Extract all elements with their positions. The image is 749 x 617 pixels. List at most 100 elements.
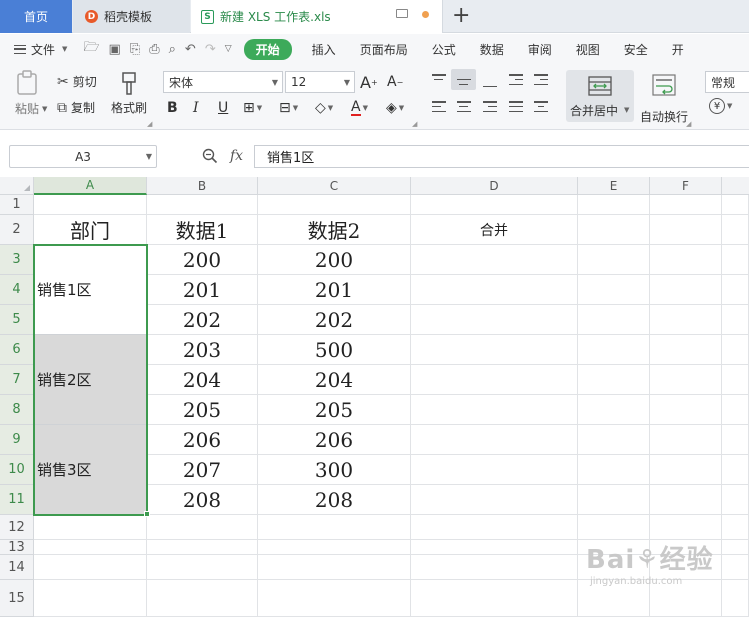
grid-cell[interactable] [578, 215, 650, 245]
row-header-7[interactable]: 7 [0, 365, 34, 395]
number-format-select[interactable]: 常规 [705, 71, 749, 93]
row-header-3[interactable]: 3 [0, 245, 34, 275]
tab-templates[interactable]: D 稻壳模板 [73, 0, 190, 33]
align-left-icon[interactable] [432, 101, 446, 112]
cell-c10[interactable]: 300 [258, 455, 411, 485]
grid-cell[interactable] [411, 515, 578, 540]
save-icon[interactable]: ▣ [109, 42, 121, 57]
grid-cell[interactable] [722, 215, 749, 245]
cell-c5[interactable]: 202 [258, 305, 411, 335]
menu-formulas[interactable]: 公式 [420, 41, 468, 58]
row-header-10[interactable]: 10 [0, 455, 34, 485]
currency-button[interactable]: ¥ ▼ [709, 98, 732, 114]
cell-c6[interactable]: 500 [258, 335, 411, 365]
grid-cell[interactable] [578, 305, 650, 335]
cell-c9[interactable]: 206 [258, 425, 411, 455]
cell-a2[interactable]: 部门 [34, 215, 147, 245]
fill-handle[interactable] [144, 511, 150, 517]
column-header-g[interactable] [722, 177, 749, 195]
grid-cell[interactable] [34, 540, 147, 555]
grid-cell[interactable] [258, 580, 411, 617]
bold-icon[interactable]: B [167, 98, 178, 118]
zoom-icon[interactable] [202, 148, 218, 164]
grid-cell[interactable] [411, 365, 578, 395]
grid-cell[interactable] [411, 425, 578, 455]
cell-b9[interactable]: 206 [147, 425, 258, 455]
distributed-icon[interactable] [534, 101, 548, 112]
grid-cell[interactable] [722, 245, 749, 275]
menu-more[interactable]: 开 [660, 41, 696, 58]
cell-a3-merged[interactable]: 销售1区 [34, 245, 147, 335]
borders-icon[interactable]: ⊞ ▼ [243, 98, 262, 118]
grid-cell[interactable] [650, 455, 722, 485]
cell-c7[interactable]: 204 [258, 365, 411, 395]
grid-cell[interactable] [650, 335, 722, 365]
grid-cell[interactable] [578, 275, 650, 305]
grid-cell[interactable] [722, 425, 749, 455]
cell-d2[interactable]: 合并 [411, 215, 578, 245]
decrease-indent-icon[interactable] [509, 74, 523, 85]
grid-cell[interactable] [650, 305, 722, 335]
decrease-font-icon[interactable]: A − [387, 72, 403, 92]
column-header-f[interactable]: F [650, 177, 722, 195]
grid-cell[interactable] [578, 195, 650, 215]
grid-cell[interactable] [722, 275, 749, 305]
merge-center-button[interactable]: 合并居中 ▼ [566, 70, 634, 122]
row-header-4[interactable]: 4 [0, 275, 34, 305]
cut-button[interactable]: ✂ 剪切 [57, 73, 97, 90]
clipboard-group-launcher-icon[interactable]: ◢ [147, 120, 152, 128]
row-header-5[interactable]: 5 [0, 305, 34, 335]
row-header-1[interactable]: 1 [0, 195, 34, 215]
grid-cell[interactable] [722, 335, 749, 365]
grid-cell[interactable] [34, 555, 147, 580]
grid-cell[interactable] [650, 195, 722, 215]
column-header-d[interactable]: D [411, 177, 578, 195]
menu-insert[interactable]: 插入 [300, 41, 348, 58]
row-header-11[interactable]: 11 [0, 485, 34, 515]
font-group-launcher-icon[interactable]: ◢ [412, 120, 417, 128]
column-header-c[interactable]: C [258, 177, 411, 195]
new-tab-button[interactable]: + [452, 3, 470, 29]
format-painter-button[interactable]: 格式刷 [108, 72, 150, 116]
grid-cell[interactable] [722, 395, 749, 425]
cell-b8[interactable]: 205 [147, 395, 258, 425]
grid-cell[interactable] [722, 305, 749, 335]
grid-cell[interactable] [722, 455, 749, 485]
alignment-group-launcher-icon[interactable]: ◢ [686, 120, 691, 128]
grid-cell[interactable] [722, 540, 749, 555]
grid-cell[interactable] [650, 515, 722, 540]
clear-format-icon[interactable]: ◈ ▼ [386, 98, 404, 118]
grid-cell[interactable] [578, 365, 650, 395]
grid-cell[interactable] [147, 515, 258, 540]
name-box[interactable]: A3 ▼ [9, 145, 157, 168]
grid-cell[interactable] [258, 515, 411, 540]
print-icon[interactable]: ⎙ [149, 42, 159, 57]
grid-cell[interactable] [411, 540, 578, 555]
row-header-12[interactable]: 12 [0, 515, 34, 540]
grid-cell[interactable] [578, 245, 650, 275]
cell-b6[interactable]: 203 [147, 335, 258, 365]
cell-b3[interactable]: 200 [147, 245, 258, 275]
italic-icon[interactable]: I [193, 98, 199, 118]
align-top-icon[interactable] [432, 74, 446, 85]
cell-c8[interactable]: 205 [258, 395, 411, 425]
align-bottom-icon[interactable] [483, 76, 497, 87]
grid-cell[interactable] [411, 245, 578, 275]
grid-cell[interactable] [411, 485, 578, 515]
grid-cell[interactable] [722, 195, 749, 215]
redo-icon[interactable]: ↷ [205, 42, 216, 57]
cell-a9-merged[interactable]: 销售3区 [34, 425, 147, 515]
grid-cell[interactable] [722, 580, 749, 617]
grid-cell[interactable] [34, 195, 147, 215]
row-header-14[interactable]: 14 [0, 555, 34, 580]
grid-cell[interactable] [34, 515, 147, 540]
copy-button[interactable]: ⧉ 复制 [57, 99, 95, 116]
column-header-a[interactable]: A [34, 177, 147, 195]
font-size-select[interactable]: 12 ▼ [285, 71, 355, 93]
font-name-select[interactable]: 宋体 ▼ [163, 71, 283, 93]
fx-icon[interactable]: fx [230, 148, 243, 164]
grid-cell[interactable] [578, 395, 650, 425]
export-icon[interactable]: ⎘ [130, 42, 140, 57]
grid-cell[interactable] [650, 275, 722, 305]
grid-cell[interactable] [34, 580, 147, 617]
